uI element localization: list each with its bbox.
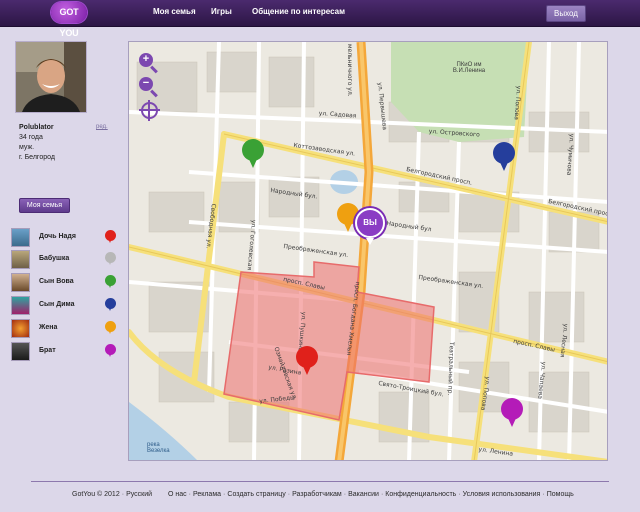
footer-link-help[interactable]: Помощь: [547, 491, 574, 498]
footer-divider: [31, 481, 609, 482]
map-pin-icon: [105, 321, 116, 334]
family-map[interactable]: + − мельничного ул. Коттозаводская ул. Б…: [128, 41, 608, 461]
map-pin-icon: [105, 275, 116, 288]
footer-link-about[interactable]: О нас: [168, 491, 187, 498]
footer-link-ads[interactable]: Реклама: [193, 491, 221, 498]
family-member-marker[interactable]: [501, 398, 523, 428]
family-member-item[interactable]: Дочь Надя: [11, 228, 121, 247]
member-avatar: [11, 273, 30, 292]
member-avatar: [11, 319, 30, 338]
profile-gender: муж.: [19, 144, 35, 151]
map-pin-icon: [105, 298, 116, 311]
my-family-button[interactable]: Моя семья: [19, 198, 70, 213]
member-name: Жена: [39, 324, 58, 331]
zoom-out-button[interactable]: −: [139, 77, 153, 91]
footer-link-create-page[interactable]: Создать страницу: [227, 491, 285, 498]
you-marker[interactable]: ВЫ: [355, 208, 385, 245]
avatar-photo: [16, 42, 86, 112]
member-name: Дочь Надя: [39, 233, 76, 240]
nav-my-family[interactable]: Моя семья: [153, 7, 196, 16]
park-label: ПКиО им В.И.Ленина: [452, 62, 486, 74]
family-member-item[interactable]: Брат: [11, 342, 121, 361]
map-pin-icon: [105, 230, 116, 243]
footer-copyright: GotYou © 2012: [72, 491, 120, 498]
member-name: Сын Дима: [39, 301, 75, 308]
zoom-in-button[interactable]: +: [139, 53, 153, 67]
top-navigation-bar: GOT YOU Моя семья Игры Общение по интере…: [0, 0, 640, 38]
nav-interests[interactable]: Общение по интересам: [252, 7, 345, 16]
map-pin-icon: [105, 344, 116, 357]
member-avatar: [11, 342, 30, 361]
member-avatar: [11, 296, 30, 315]
map-pin-icon: [105, 252, 116, 265]
profile-city: г. Белгород: [19, 154, 55, 161]
footer-link-privacy[interactable]: Конфиденциальность: [385, 491, 456, 498]
family-member-item[interactable]: Сын Вова: [11, 273, 121, 292]
member-avatar: [11, 250, 30, 269]
river-label: река Везелка: [147, 442, 170, 454]
logout-button[interactable]: Выход: [546, 5, 586, 22]
footer-link-jobs[interactable]: Вакансии: [348, 491, 379, 498]
profile-age: 34 года: [19, 134, 43, 141]
nav-games[interactable]: Игры: [211, 7, 232, 16]
footer-language-link[interactable]: Русский: [126, 491, 152, 498]
member-avatar: [11, 228, 30, 247]
profile-edit-link[interactable]: ред.: [96, 124, 108, 130]
family-member-marker[interactable]: [296, 346, 318, 376]
street-label: мельничного ул.: [346, 44, 353, 97]
family-member-marker[interactable]: [242, 139, 264, 169]
family-member-marker[interactable]: [493, 142, 515, 172]
gotyou-logo[interactable]: GOT YOU: [51, 2, 87, 38]
member-name: Бабушка: [39, 255, 70, 262]
footer-link-terms[interactable]: Условия использования: [463, 491, 541, 498]
family-member-item[interactable]: Жена: [11, 319, 121, 338]
locate-me-icon[interactable]: [139, 100, 160, 121]
family-member-item[interactable]: Сын Дима: [11, 296, 121, 315]
footer: GotYou © 2012 · Русский О нас · Реклама · Созд…: [72, 491, 574, 498]
member-name: Сын Вова: [39, 278, 74, 285]
footer-link-developers[interactable]: Разработчикам: [292, 491, 342, 498]
profile-avatar[interactable]: [15, 41, 87, 113]
family-member-item[interactable]: Бабушка: [11, 250, 121, 269]
member-name: Брат: [39, 347, 56, 354]
profile-name: Polublator: [19, 124, 54, 131]
